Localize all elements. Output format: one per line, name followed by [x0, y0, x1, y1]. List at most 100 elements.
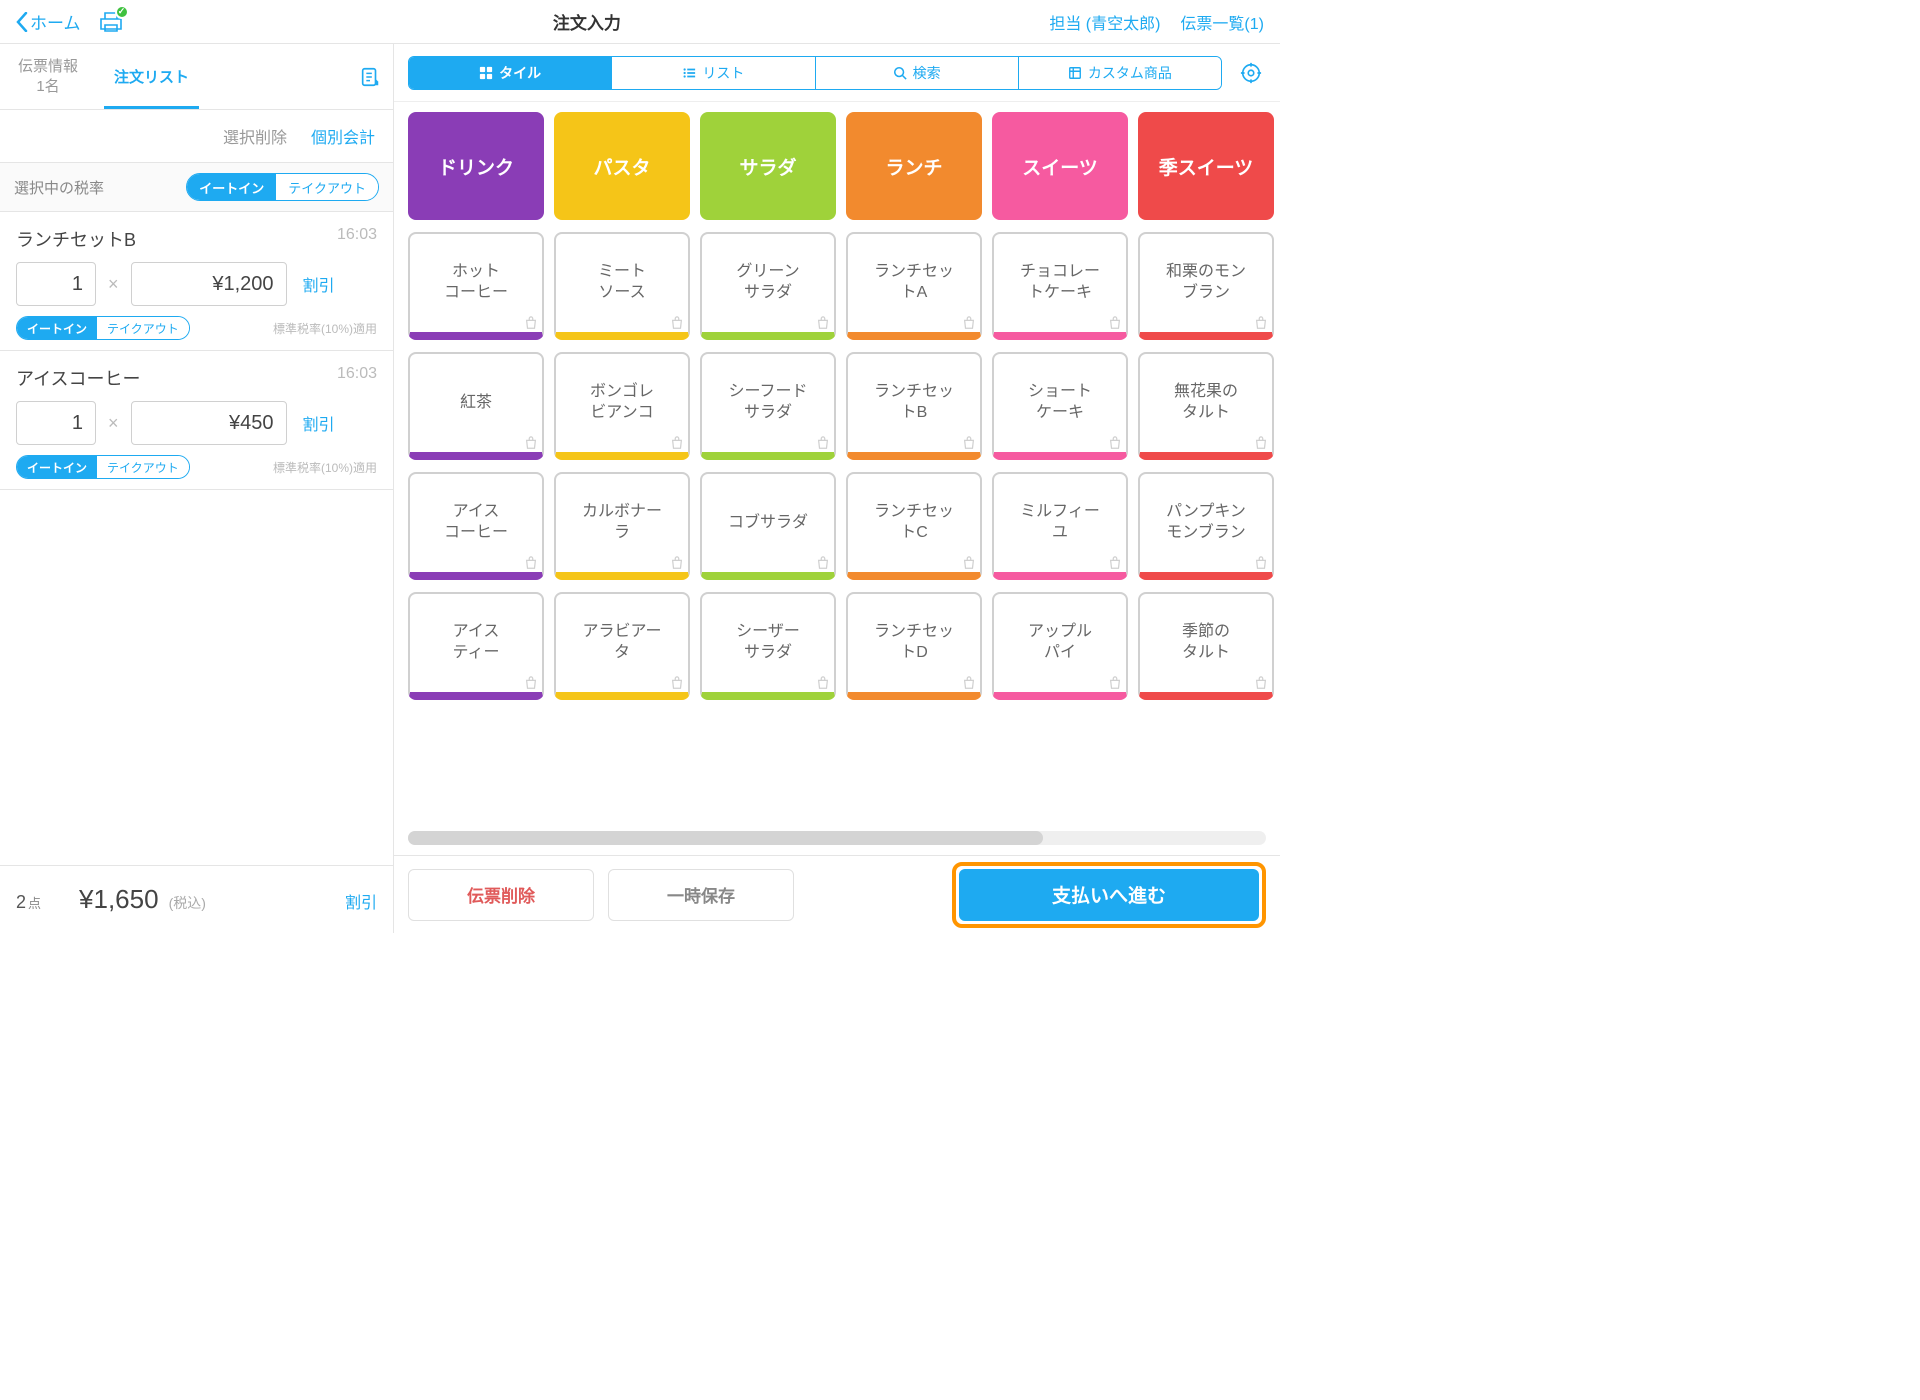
order-item: ランチセットB 16:03 1 × ¥1,200 割引 イートイン テイクアウト… — [0, 212, 393, 351]
product-tile[interactable]: アイスコーヒー — [408, 472, 544, 580]
view-tile[interactable]: タイル — [409, 57, 612, 89]
delete-slip-button[interactable]: 伝票削除 — [408, 869, 594, 921]
product-tile[interactable]: アップルパイ — [992, 592, 1128, 700]
product-label: アイスコーヒー — [444, 502, 508, 544]
product-tile[interactable]: コブサラダ — [700, 472, 836, 580]
product-tile[interactable]: シーザーサラダ — [700, 592, 836, 700]
product-label: チョコレートケーキ — [1020, 262, 1100, 304]
qty-input[interactable]: 1 — [16, 401, 96, 445]
product-label: コブサラダ — [728, 513, 808, 534]
item-tax-segment[interactable]: イートイン テイクアウト — [16, 316, 190, 340]
tab-slip-info[interactable]: 伝票情報 1名 — [0, 44, 96, 109]
item-discount[interactable]: 割引 — [303, 272, 335, 296]
header: ホーム 注文入力 担当 (青空太郎) 伝票一覧(1) — [0, 0, 1280, 44]
taxrate-label: 選択中の税率 — [14, 177, 104, 198]
product-tile[interactable]: カルボナーラ — [554, 472, 690, 580]
product-tile[interactable]: ショートケーキ — [992, 352, 1128, 460]
item-tax-segment[interactable]: イートイン テイクアウト — [16, 455, 190, 479]
item-name: ランチセットB — [16, 226, 136, 252]
price-input[interactable]: ¥450 — [131, 401, 287, 445]
product-tile[interactable]: 和栗のモンブラン — [1138, 232, 1274, 340]
h-scrollbar[interactable] — [408, 831, 1266, 845]
save-draft-button[interactable]: 一時保存 — [608, 869, 794, 921]
receipt-icon[interactable] — [347, 44, 393, 109]
item-discount[interactable]: 割引 — [303, 411, 335, 435]
product-tile[interactable]: 無花果のタルト — [1138, 352, 1274, 460]
product-tile[interactable]: チョコレートケーキ — [992, 232, 1128, 340]
view-list[interactable]: リスト — [612, 57, 815, 89]
product-tile[interactable]: ランチセットC — [846, 472, 982, 580]
price-input[interactable]: ¥1,200 — [131, 262, 287, 306]
seg-eatin[interactable]: イートイン — [187, 174, 276, 200]
product-tile[interactable]: ランチセットA — [846, 232, 982, 340]
pill-takeout[interactable]: テイクアウト — [97, 456, 189, 478]
product-label: ミートソース — [598, 262, 646, 304]
product-label: ホットコーヒー — [444, 262, 508, 304]
product-tile[interactable]: グリーンサラダ — [700, 232, 836, 340]
product-label: ランチセットC — [874, 502, 954, 544]
slips-link[interactable]: 伝票一覧(1) — [1180, 10, 1264, 34]
product-label: シーフードサラダ — [728, 382, 807, 424]
order-total: ¥1,650 — [79, 884, 159, 915]
delete-selection[interactable]: 選択削除 — [223, 124, 287, 148]
category-tile[interactable]: ドリンク — [408, 112, 544, 220]
order-discount[interactable]: 割引 — [345, 889, 377, 913]
product-label: ショートケーキ — [1028, 382, 1092, 424]
settings-icon[interactable] — [1236, 58, 1266, 88]
category-tile[interactable]: 季スイーツ — [1138, 112, 1274, 220]
product-label: アップルパイ — [1028, 622, 1092, 664]
product-label: アイスティー — [452, 622, 499, 664]
view-custom[interactable]: カスタム商品 — [1019, 57, 1221, 89]
printer-ok-badge — [115, 5, 129, 19]
product-label: シーザーサラダ — [736, 622, 800, 664]
multiply-icon: × — [108, 274, 119, 295]
proceed-to-pay-button[interactable]: 支払いへ進む — [959, 869, 1259, 921]
view-segment[interactable]: タイル リスト 検索 カスタム商品 — [408, 56, 1222, 90]
item-time: 16:03 — [337, 226, 377, 252]
split-bill[interactable]: 個別会計 — [311, 124, 375, 148]
product-tile[interactable]: パンプキンモンブラン — [1138, 472, 1274, 580]
product-label: ランチセットD — [874, 622, 954, 664]
product-label: カルボナーラ — [582, 502, 662, 544]
pay-highlight: 支払いへ進む — [952, 862, 1266, 928]
sidebar: 伝票情報 1名 注文リスト 選択削除 個別会計 選択中の税率 イートイン テイク… — [0, 44, 394, 933]
product-tile[interactable]: シーフードサラダ — [700, 352, 836, 460]
pill-eatin[interactable]: イートイン — [17, 317, 97, 339]
product-tile[interactable]: ホットコーヒー — [408, 232, 544, 340]
product-tile[interactable]: ミートソース — [554, 232, 690, 340]
item-count: 2点 — [16, 892, 41, 913]
product-tile[interactable]: アラビアータ — [554, 592, 690, 700]
tax-note: 標準税率(10%)適用 — [273, 459, 377, 476]
product-label: パンプキンモンブラン — [1166, 502, 1246, 544]
category-tile[interactable]: パスタ — [554, 112, 690, 220]
product-tile[interactable]: ランチセットD — [846, 592, 982, 700]
product-label: グリーンサラダ — [736, 262, 799, 304]
staff-link[interactable]: 担当 (青空太郎) — [1049, 10, 1160, 34]
category-tile[interactable]: ランチ — [846, 112, 982, 220]
back-label: ホーム — [30, 9, 81, 34]
taxrate-segment[interactable]: イートイン テイクアウト — [186, 173, 379, 201]
seg-takeout[interactable]: テイクアウト — [276, 174, 378, 200]
qty-input[interactable]: 1 — [16, 262, 96, 306]
category-tile[interactable]: スイーツ — [992, 112, 1128, 220]
product-tile[interactable]: 季節のタルト — [1138, 592, 1274, 700]
h-scroll-thumb[interactable] — [408, 831, 1043, 845]
product-tile[interactable]: アイスティー — [408, 592, 544, 700]
pill-takeout[interactable]: テイクアウト — [97, 317, 189, 339]
tax-note: 標準税率(10%)適用 — [273, 320, 377, 337]
product-tile[interactable]: ランチセットB — [846, 352, 982, 460]
product-label: 無花果のタルト — [1174, 382, 1238, 424]
main: タイル リスト 検索 カスタム商品 — [394, 44, 1280, 933]
product-tile[interactable]: ボンゴレビアンコ — [554, 352, 690, 460]
page-title: 注文入力 — [553, 9, 621, 34]
back-button[interactable]: ホーム — [16, 9, 81, 34]
view-search[interactable]: 検索 — [816, 57, 1019, 89]
category-tile[interactable]: サラダ — [700, 112, 836, 220]
product-tile[interactable]: ミルフィーユ — [992, 472, 1128, 580]
pill-eatin[interactable]: イートイン — [17, 456, 97, 478]
tab-order-list[interactable]: 注文リスト — [96, 44, 207, 109]
printer-status-icon[interactable] — [97, 11, 125, 33]
product-label: 和栗のモンブラン — [1166, 262, 1246, 304]
product-tile[interactable]: 紅茶 — [408, 352, 544, 460]
order-item: アイスコーヒー 16:03 1 × ¥450 割引 イートイン テイクアウト 標… — [0, 351, 393, 490]
